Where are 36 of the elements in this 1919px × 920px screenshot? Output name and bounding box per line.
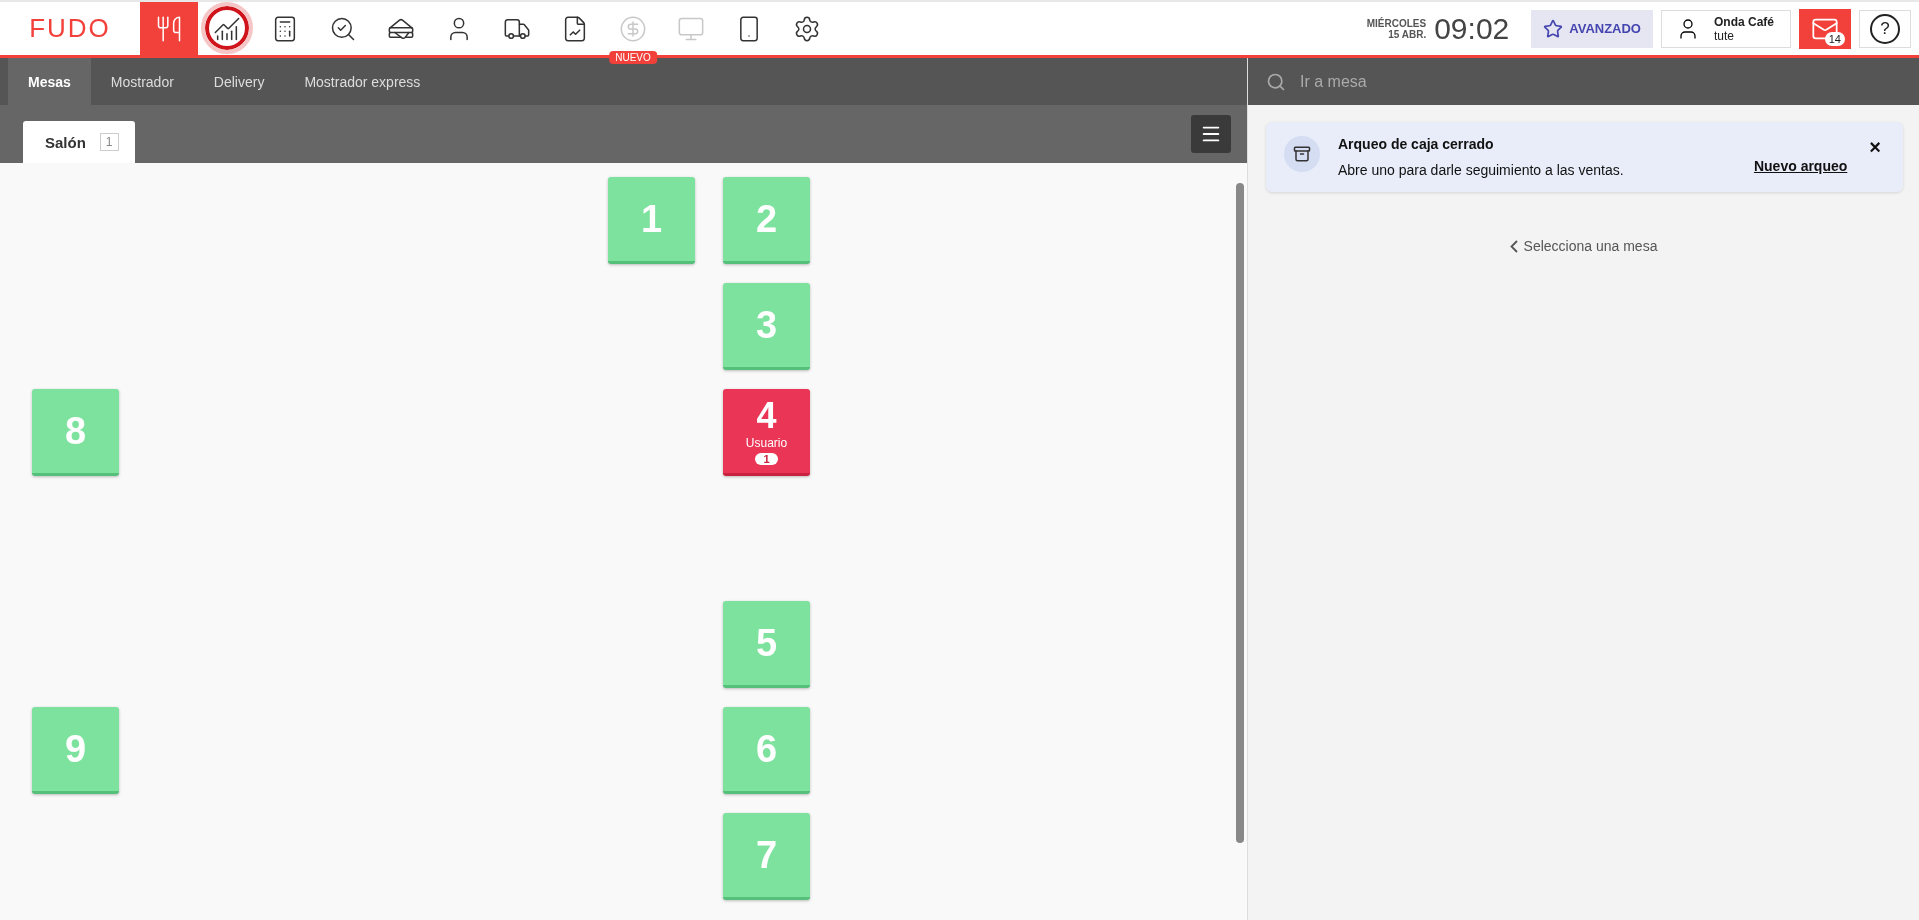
new-badge: NUEVO [609,51,657,64]
help-button[interactable]: ? [1859,9,1911,48]
weekday-text: MIÉRCOLES [1366,17,1427,29]
settings-icon [793,14,821,43]
user-login: tute [1714,28,1735,43]
alert-title: Arqueo de caja cerrado [1338,136,1495,152]
tab[interactable]: Delivery [193,58,285,105]
dollar-coin-icon [619,14,647,43]
messages-button[interactable]: 14 [1799,8,1851,49]
highlight-ring [201,2,253,54]
search-icon [1266,71,1286,92]
alert-message: Abre uno para darle seguimiento a las ventas. [1338,162,1625,178]
room-label: Salón [45,133,86,151]
tab[interactable]: Mostrador [90,58,194,105]
room-tab[interactable]: Salón 1 [23,121,135,163]
chevron-left-icon [1509,239,1518,253]
waiter-name: Usuario [745,435,788,450]
table-tile[interactable]: 4 Usuario 1 [723,389,810,476]
room-count: 1 [99,133,119,151]
guest-count: 1 [755,452,778,465]
date-text: 15 ABR. [1388,28,1427,40]
message-count: 14 [1824,31,1845,46]
select-table-hint: Selecciona una mesa [1523,238,1658,254]
menu-button[interactable] [1191,115,1231,153]
clock-time: 09:02 [1434,11,1510,46]
tab[interactable]: Mesas [8,58,91,105]
user-name: Onda Café [1714,14,1774,29]
tab[interactable]: Mostrador express [284,58,441,105]
scrollbar[interactable] [1236,183,1244,843]
new-cash-count-link[interactable]: Nuevo arqueo [1753,158,1848,174]
star-icon [1543,18,1564,39]
close-button[interactable]: × [1865,136,1885,159]
utensils-icon [155,14,183,43]
user-button[interactable]: Onda Café tute [1661,9,1791,48]
plan-badge[interactable]: AVANZADO [1531,9,1653,48]
fudo-logo[interactable]: FUDO [0,2,140,55]
